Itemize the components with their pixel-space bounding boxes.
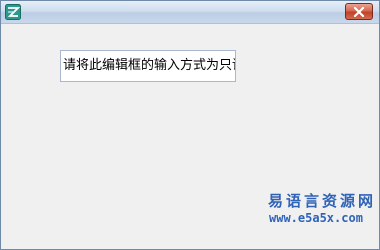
close-button[interactable] [345, 3, 373, 20]
app-logo-icon[interactable] [5, 4, 21, 20]
watermark-url: www.e5a5x.com [269, 211, 363, 225]
watermark-site-name: 易语言资源网 [268, 192, 377, 210]
close-x-icon [353, 2, 365, 21]
title-bar[interactable] [1, 1, 379, 24]
app-window: 请将此编辑框的输入方式为只读 易语言资源网 www.e5a5x.com [0, 0, 380, 250]
readonly-edit-box[interactable]: 请将此编辑框的输入方式为只读 [60, 50, 236, 82]
